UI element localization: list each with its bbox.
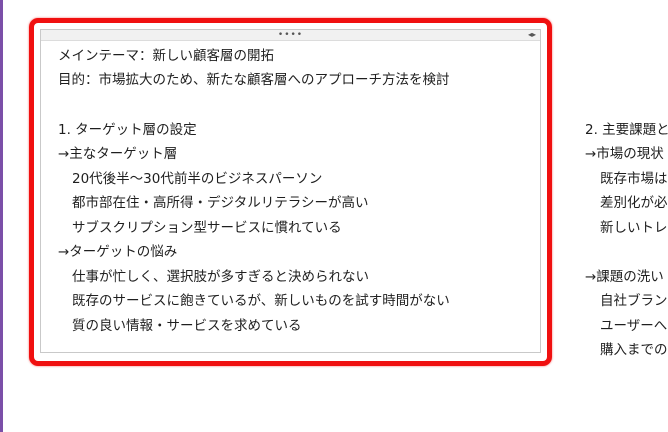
note-drag-bar[interactable]: •••• ◂▸	[41, 30, 540, 41]
bullet-urban-income[interactable]: 都市部在住・高所得・デジタルリテラシーが高い	[72, 194, 368, 212]
purpose-text[interactable]: 目的：市場拡大のため、新たな顧客層へのアプローチ方法を検討	[58, 71, 450, 89]
bullet-quality-info[interactable]: 質の良い情報・サービスを求めている	[72, 317, 302, 335]
subheading-market-status[interactable]: →市場の現状	[585, 145, 664, 163]
bullet-subscription[interactable]: サブスクリプション型サービスに慣れている	[72, 219, 342, 237]
subheading-main-target[interactable]: →主なターゲット層	[58, 145, 177, 163]
section-heading-target[interactable]: 1. ターゲット層の設定	[58, 121, 197, 139]
main-theme-text[interactable]: メインテーマ：新しい顧客層の開拓	[58, 47, 274, 65]
bullet-bored-no-time[interactable]: 既存のサービスに飽きているが、新しいものを試す時間がない	[72, 292, 450, 310]
section-heading-issues[interactable]: 2. 主要課題と	[585, 121, 668, 139]
bullet-existing-market[interactable]: 既存市場は	[600, 170, 668, 188]
bullet-new-trend[interactable]: 新しいトレ	[600, 219, 668, 237]
note-container-2[interactable]: 2. 主要課題と →市場の現状 既存市場は 差別化が必 新しいトレ →課題の洗い…	[584, 0, 668, 432]
bullet-differentiation[interactable]: 差別化が必	[600, 194, 668, 212]
bullet-until-purchase[interactable]: 購入までの	[600, 341, 668, 359]
bullet-own-brand[interactable]: 自社ブラン	[600, 292, 668, 310]
page-left-rule	[0, 0, 3, 432]
drag-handle-icon[interactable]: ••••	[278, 31, 303, 40]
subheading-target-worries[interactable]: →ターゲットの悩み	[58, 243, 177, 261]
bullet-age-range[interactable]: 20代後半〜30代前半のビジネスパーソン	[72, 170, 322, 188]
subheading-issue-review[interactable]: →課題の洗い	[585, 268, 664, 286]
bullet-too-many-choices[interactable]: 仕事が忙しく、選択肢が多すぎると決められない	[72, 268, 369, 286]
resize-handle-icon[interactable]: ◂▸	[528, 30, 536, 40]
bullet-user[interactable]: ユーザーへ	[600, 317, 667, 335]
